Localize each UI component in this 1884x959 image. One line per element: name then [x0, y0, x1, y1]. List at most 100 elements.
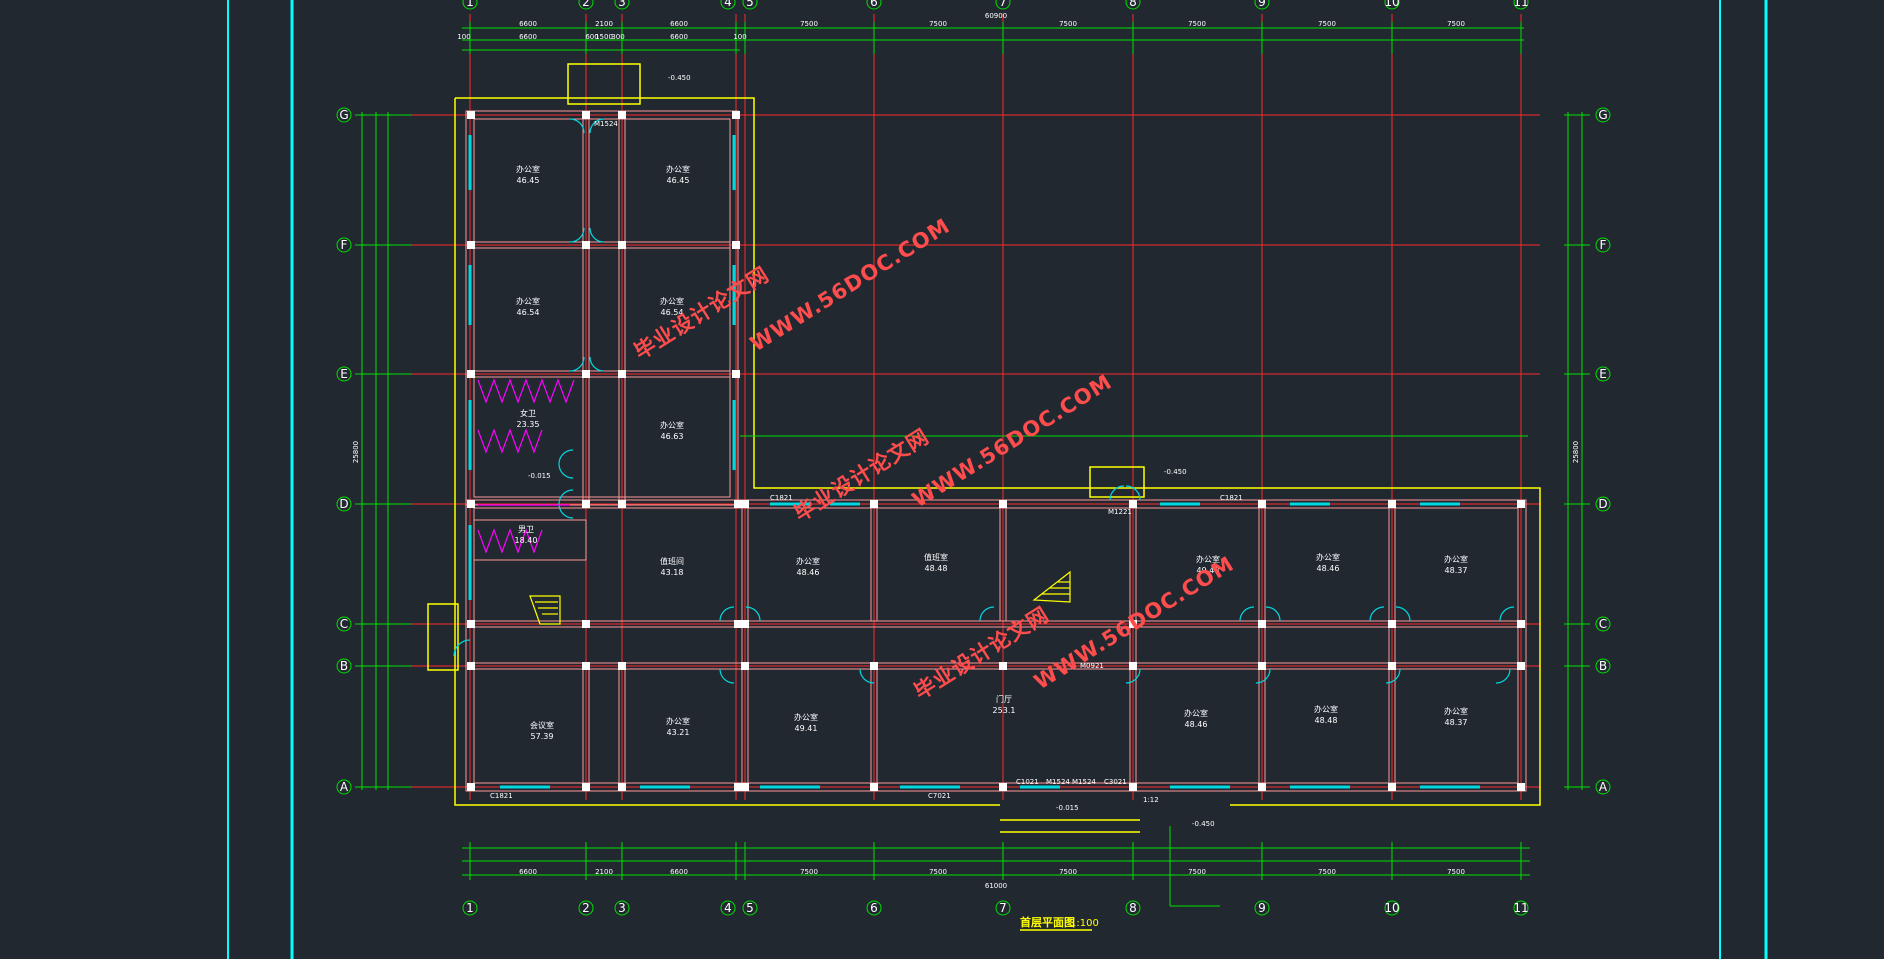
axis-label-bottom: 9: [1258, 901, 1266, 915]
room-name: 办公室: [660, 420, 684, 430]
axis-label-top: 7: [999, 0, 1007, 9]
overall-dimension-top: 60900: [985, 12, 1007, 20]
room-name: 办公室: [1314, 704, 1338, 714]
axis-label-right: D: [1598, 497, 1607, 511]
elevation-label: -0.450: [668, 74, 691, 82]
dimension-value: 6600: [519, 20, 537, 28]
dimension-value: 7500: [800, 868, 818, 876]
axis-label-bottom: 6: [870, 901, 878, 915]
room-name: 女卫: [520, 408, 536, 418]
axis-label-top: 9: [1258, 0, 1266, 9]
axis-label-top: 6: [870, 0, 878, 9]
room-area: 48.46: [1185, 720, 1208, 729]
dimension-value: 6600: [519, 33, 537, 41]
dimension-value: 7500: [800, 20, 818, 28]
room-area: 49.41: [795, 724, 818, 733]
drawing-title: 首层平面图: [1020, 915, 1075, 929]
axis-label-top: 3: [618, 0, 626, 9]
axis-labels-right: G F E D C B A: [1598, 108, 1608, 794]
axis-label-left: G: [339, 108, 348, 122]
dimension-value: 7500: [1318, 868, 1336, 876]
elevation-label: -0.015: [1056, 804, 1079, 812]
axis-label-bottom: 4: [724, 901, 732, 915]
overall-dimension-right: 25800: [1572, 441, 1580, 463]
axis-label-top: 11: [1513, 0, 1528, 9]
axis-label-left: A: [340, 780, 349, 794]
axis-label-bottom: 2: [582, 901, 590, 915]
cad-floor-plan: 1 2 3 4 5 6 7 8 9 10 11 1 2 3 4 5 6 7 8 …: [227, 0, 1768, 959]
axis-label-top: 2: [582, 0, 590, 9]
room-area: 253.1: [993, 706, 1016, 715]
door-label: M1221: [1108, 508, 1132, 516]
axis-label-bottom: 10: [1384, 901, 1399, 915]
dimension-value: 7500: [1059, 20, 1077, 28]
watermark-cn: 毕业设计论文网: [630, 262, 773, 364]
room-area: 48.46: [1317, 564, 1340, 573]
room-area: 23.35: [517, 420, 540, 429]
room-area: 48.48: [925, 564, 948, 573]
stairs: [529, 570, 1071, 625]
axis-labels-left: G F E D C B A: [339, 108, 349, 794]
watermark-cn: 毕业设计论文网: [910, 602, 1053, 704]
room-name: 办公室: [660, 296, 684, 306]
axis-label-top: 5: [746, 0, 754, 9]
axis-label-right: A: [1599, 780, 1608, 794]
axis-label-right: E: [1599, 367, 1607, 381]
axis-label-top: 8: [1129, 0, 1137, 9]
watermark-url: WWW.56DOC.COM: [1030, 552, 1238, 695]
axis-label-right: G: [1598, 108, 1607, 122]
door-label: M1524: [594, 120, 618, 128]
slope-label: 1:12: [1143, 796, 1159, 804]
elevation-label: -0.450: [1192, 820, 1215, 828]
window-label: C7021: [928, 792, 951, 800]
room-area: 46.63: [661, 432, 684, 441]
drawing-frame: [227, 0, 1768, 959]
door-label: M1524: [1046, 778, 1070, 786]
room-area: 48.46: [797, 568, 820, 577]
room-name: 办公室: [666, 716, 690, 726]
drawing-title-block: 首层平面图 1:100: [1020, 915, 1099, 931]
dimension-value: 7500: [929, 20, 947, 28]
axis-label-right: C: [1599, 617, 1607, 631]
room-name: 男卫: [518, 525, 534, 534]
dimension-value: 100: [457, 33, 470, 41]
room-name: 办公室: [1316, 552, 1340, 562]
axis-label-top: 10: [1384, 0, 1399, 9]
axis-label-left: C: [340, 617, 348, 631]
room-area: 46.54: [517, 308, 540, 317]
dimension-value: 6600: [670, 20, 688, 28]
room-area: 57.39: [531, 732, 554, 741]
room-area: 48.48: [1315, 716, 1338, 725]
room-name: 会议室: [530, 720, 554, 730]
room-area: 48.37: [1445, 718, 1468, 727]
window-label: C1821: [1220, 494, 1243, 502]
overall-dimension-bottom: 61000: [985, 882, 1007, 890]
dimension-value: 7500: [1318, 20, 1336, 28]
axis-label-bottom: 8: [1129, 901, 1137, 915]
axis-label-left: E: [340, 367, 348, 381]
room-name: 值班室: [924, 552, 948, 562]
axis-label-bottom: 3: [618, 901, 626, 915]
dimension-value: 100: [733, 33, 746, 41]
dimension-value: 7500: [1059, 868, 1077, 876]
watermark-url: WWW.56DOC.COM: [746, 214, 954, 357]
axis-grid: [402, 14, 1540, 800]
room-name: 门厅: [996, 694, 1012, 704]
room-name: 值班间: [660, 556, 684, 566]
dimension-value: 1500: [595, 33, 613, 41]
window-label: C3021: [1104, 778, 1127, 786]
dimension-value: 300: [611, 33, 624, 41]
room-area: 46.45: [667, 176, 690, 185]
room-name: 办公室: [1184, 708, 1208, 718]
dimension-value: 2100: [595, 868, 613, 876]
elevation-label: -0.450: [1164, 468, 1187, 476]
dimension-value: 6600: [670, 33, 688, 41]
room-name: 办公室: [794, 712, 818, 722]
door-label: M1524: [1072, 778, 1096, 786]
axis-label-left: D: [339, 497, 348, 511]
axis-labels-top: 1 2 3 4 5 6 7 8 9 10 11: [466, 0, 1528, 9]
room-area: 48.37: [1445, 566, 1468, 575]
dimension-value: 6600: [519, 868, 537, 876]
axis-label-right: B: [1599, 659, 1607, 673]
axis-label-bottom: 11: [1513, 901, 1528, 915]
